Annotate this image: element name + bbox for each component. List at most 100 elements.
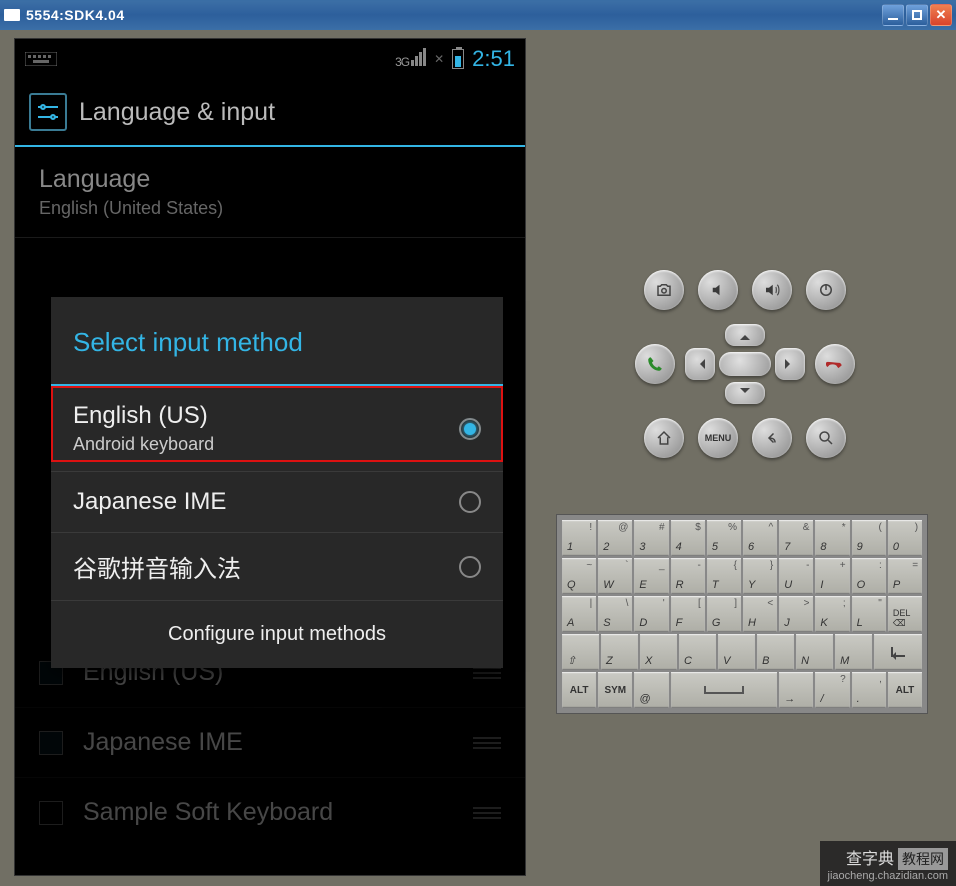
app-icon (4, 9, 20, 21)
page-title: Language & input (79, 98, 275, 127)
network-3g-icon: 3G (395, 48, 426, 71)
key-.[interactable]: ., (852, 672, 886, 708)
key-V[interactable]: V (718, 634, 755, 670)
key-3[interactable]: 3# (634, 520, 668, 556)
watermark: 查字典教程网 jiaocheng.chazidian.com (820, 841, 956, 886)
key-K[interactable]: K; (815, 596, 849, 632)
status-bar: 3G ✕ 2:51 (15, 39, 525, 79)
input-option-japanese[interactable]: Japanese IME (51, 472, 503, 533)
checkbox-icon (39, 801, 63, 825)
settings-header: Language & input (15, 79, 525, 147)
phone-screen: 3G ✕ 2:51 Language & input Language Engl… (14, 38, 526, 876)
key-SYM[interactable]: SYM (598, 672, 632, 708)
menu-button[interactable]: MENU (698, 418, 738, 458)
clock: 2:51 (472, 46, 515, 72)
key-F[interactable]: F[ (671, 596, 705, 632)
dpad (685, 324, 805, 404)
key-C[interactable]: C (679, 634, 716, 670)
key-9[interactable]: 9( (852, 520, 886, 556)
option-title: Japanese IME (73, 488, 459, 516)
key-T[interactable]: T{ (707, 558, 741, 594)
key-X[interactable]: X (640, 634, 677, 670)
key-S[interactable]: S\ (598, 596, 632, 632)
key-N[interactable]: N (796, 634, 833, 670)
maximize-button[interactable] (906, 4, 928, 26)
no-signal-icon: ✕ (434, 52, 444, 66)
key-U[interactable]: U- (779, 558, 813, 594)
configure-input-button[interactable]: Configure input methods (51, 601, 503, 668)
key-wide[interactable] (874, 634, 922, 670)
call-button[interactable] (635, 344, 675, 384)
dpad-right[interactable] (775, 348, 805, 380)
key-Y[interactable]: Y} (743, 558, 777, 594)
language-row[interactable]: Language English (United States) (15, 147, 525, 238)
keyboard-status-icon (25, 50, 57, 68)
key-W[interactable]: W` (598, 558, 632, 594)
key-space[interactable] (671, 672, 778, 708)
key-D[interactable]: D' (634, 596, 668, 632)
key-⇧[interactable]: ⇧ (562, 634, 599, 670)
key-@[interactable]: @ (634, 672, 668, 708)
key-5[interactable]: 5% (707, 520, 741, 556)
key-1[interactable]: 1! (562, 520, 596, 556)
key-B[interactable]: B (757, 634, 794, 670)
key-6[interactable]: 6^ (743, 520, 777, 556)
key-L[interactable]: L" (852, 596, 886, 632)
key-Z[interactable]: Z (601, 634, 638, 670)
home-button[interactable] (644, 418, 684, 458)
key-ALT[interactable]: ALT (562, 672, 596, 708)
volume-down-button[interactable] (698, 270, 738, 310)
key-M[interactable]: M (835, 634, 872, 670)
back-button[interactable] (752, 418, 792, 458)
key-2[interactable]: 2@ (598, 520, 632, 556)
key-del[interactable]: DEL⌫ (888, 596, 922, 632)
key-A[interactable]: A| (562, 596, 596, 632)
minimize-button[interactable] (882, 4, 904, 26)
selection-highlight (51, 386, 503, 462)
key-Q[interactable]: Q~ (562, 558, 596, 594)
close-button[interactable]: ✕ (930, 4, 952, 26)
dpad-up[interactable] (725, 324, 765, 346)
key-ALT[interactable]: ALT (888, 672, 922, 708)
sliders-icon (29, 93, 67, 131)
ime-row-japanese: Japanese IME (15, 708, 525, 778)
dpad-down[interactable] (725, 382, 765, 404)
search-button[interactable] (806, 418, 846, 458)
hardware-keyboard: 1!2@3#4$5%6^7&8*9(0) Q~W`E_R-T{Y}U-I+O:P… (556, 514, 928, 714)
key-4[interactable]: 4$ (671, 520, 705, 556)
language-label: Language (39, 165, 501, 194)
key-H[interactable]: H< (743, 596, 777, 632)
checkbox-icon (39, 731, 63, 755)
option-title: 谷歌拼音输入法 (73, 549, 459, 584)
camera-button[interactable] (644, 270, 684, 310)
radio-icon (459, 556, 481, 578)
window-titlebar: 5554:SDK4.04 ✕ (0, 0, 956, 30)
power-button[interactable] (806, 270, 846, 310)
radio-icon (459, 491, 481, 513)
language-value: English (United States) (39, 198, 501, 219)
input-method-dialog: Select input method English (US) Android… (51, 297, 503, 668)
settings-list: Language English (United States) (15, 147, 525, 238)
input-option-pinyin[interactable]: 谷歌拼音输入法 (51, 533, 503, 601)
key-G[interactable]: G] (707, 596, 741, 632)
key-/[interactable]: /? (815, 672, 849, 708)
volume-up-button[interactable] (752, 270, 792, 310)
dpad-left[interactable] (685, 348, 715, 380)
end-call-button[interactable] (815, 344, 855, 384)
key-E[interactable]: E_ (634, 558, 668, 594)
dialog-title: Select input method (51, 297, 503, 386)
ime-row-sample: Sample Soft Keyboard (15, 778, 525, 847)
window-title: 5554:SDK4.04 (26, 7, 880, 23)
key-7[interactable]: 7& (779, 520, 813, 556)
battery-icon (452, 49, 464, 69)
key-J[interactable]: J> (779, 596, 813, 632)
key-P[interactable]: P= (888, 558, 922, 594)
key-→[interactable]: → (779, 672, 813, 708)
key-O[interactable]: O: (852, 558, 886, 594)
settings-icon (473, 733, 501, 753)
key-8[interactable]: 8* (815, 520, 849, 556)
key-I[interactable]: I+ (815, 558, 849, 594)
key-0[interactable]: 0) (888, 520, 922, 556)
key-R[interactable]: R- (671, 558, 705, 594)
dpad-center[interactable] (719, 352, 771, 376)
